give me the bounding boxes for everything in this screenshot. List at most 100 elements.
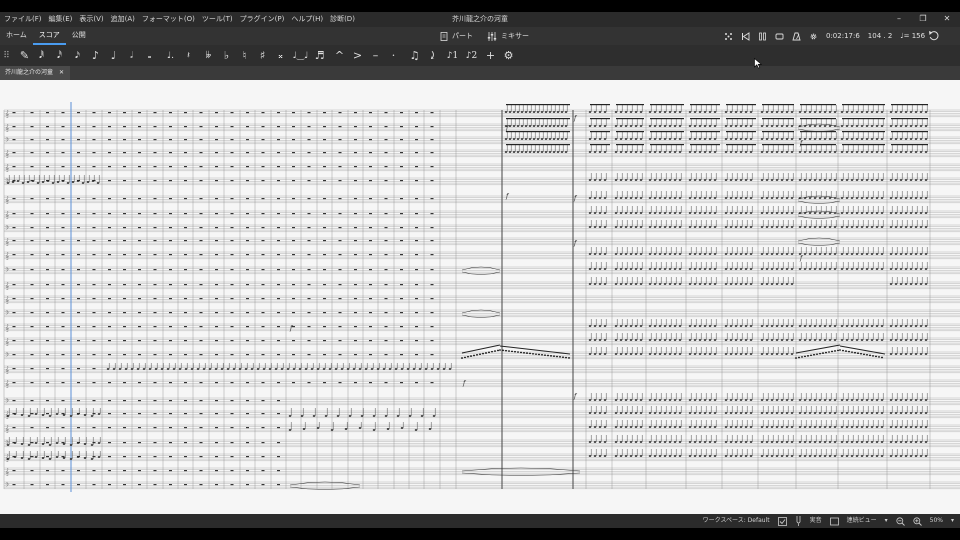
tenuto-icon[interactable]: – <box>367 46 384 65</box>
tab-home[interactable]: ホーム <box>0 27 33 45</box>
score-document-tab[interactable]: 芥川龍之介の河童 ✕ <box>0 66 71 80</box>
menu-item-1[interactable]: 編集(E) <box>49 15 73 24</box>
settings-icon[interactable]: ⚙ <box>500 46 517 65</box>
zoom-out-icon[interactable] <box>896 516 905 526</box>
zoom-level[interactable]: 50% <box>930 514 943 528</box>
voice-1-icon[interactable]: ♪1 <box>444 46 461 65</box>
notehead <box>845 441 849 443</box>
notehead <box>658 325 662 327</box>
rest <box>153 340 157 342</box>
zoom-chevron-icon[interactable]: ▾ <box>951 514 954 528</box>
rest <box>61 254 65 256</box>
rest <box>384 213 388 215</box>
minimize-button[interactable]: – <box>894 14 904 24</box>
slur-icon[interactable]: ♬ <box>311 46 328 65</box>
notehead <box>850 212 854 214</box>
notehead <box>20 414 24 416</box>
metronome-button[interactable] <box>790 30 803 42</box>
notehead <box>688 353 692 355</box>
tab-score[interactable]: スコア <box>32 27 66 45</box>
menu-item-3[interactable]: 追加(A) <box>111 15 135 24</box>
close-tab-icon[interactable]: ✕ <box>59 66 64 80</box>
playback-settings-button[interactable] <box>807 30 820 42</box>
tuplet-icon[interactable]: ♫ <box>406 46 423 65</box>
notehead <box>909 325 913 327</box>
notehead <box>619 197 623 199</box>
view-mode-dropdown[interactable]: 連続ビュー <box>847 514 877 528</box>
double-flat-icon[interactable]: 𝄫 <box>200 46 217 65</box>
maximize-button[interactable]: ❐ <box>918 14 928 24</box>
score-canvas[interactable]: 𝄞 𝄞 𝄢 𝄞 𝄞 𝄢 𝄞 𝄞 𝄢 𝄞 𝄞 𝄢 𝄞 𝄞 𝄢 𝄞 𝄞 𝄢 𝄞 𝄞 𝄢 𝄞 𝄞 𝄢 𝄞 𝄞 𝄢 f f f f f f f f f f <box>0 80 960 514</box>
rewind-button[interactable] <box>739 30 752 42</box>
notehead <box>678 412 682 414</box>
measure-beat-readout[interactable]: 104 . 2 <box>868 27 893 45</box>
rest <box>307 340 311 342</box>
tab-publish[interactable]: 公開 <box>66 27 92 45</box>
rest <box>261 484 265 486</box>
parts-button[interactable]: パート <box>440 27 473 45</box>
zoom-in-icon[interactable] <box>913 516 922 526</box>
undo-button[interactable] <box>928 30 939 43</box>
whole-note-icon[interactable]: 𝅝 <box>141 46 158 65</box>
32nd-note-icon[interactable]: 𝅘𝅥𝅰 <box>51 46 68 65</box>
16th-note-icon[interactable]: 𝅘𝅥𝅯 <box>69 46 86 65</box>
add-icon[interactable]: + <box>482 46 499 65</box>
rest <box>230 198 234 200</box>
notehead <box>840 212 844 214</box>
notehead <box>668 179 672 181</box>
notehead <box>924 268 928 270</box>
notehead <box>865 441 869 443</box>
mixer-button[interactable]: ミキサー <box>487 27 529 45</box>
menu-item-7[interactable]: ヘルプ(H) <box>291 15 323 24</box>
notehead <box>909 412 913 414</box>
rest <box>92 312 96 314</box>
notehead <box>603 138 607 140</box>
tie-icon[interactable]: ♩‿♩ <box>292 46 309 65</box>
pencil-icon[interactable]: ✎ <box>16 46 33 65</box>
rest <box>77 326 80 328</box>
concert-pitch-checkbox-icon[interactable] <box>777 516 787 526</box>
rest <box>230 340 234 342</box>
menu-item-6[interactable]: プラグイン(P) <box>240 15 285 24</box>
rest-icon[interactable]: 𝄽 <box>180 46 197 65</box>
voice-2-icon[interactable]: ♪2 <box>463 46 480 65</box>
half-note-icon[interactable]: 𝅗𝅥 <box>123 46 140 65</box>
quarter-note-icon[interactable]: ♩ <box>105 46 122 65</box>
midi-input-button[interactable] <box>722 30 735 42</box>
eighth-note-icon[interactable]: ♪ <box>87 46 104 65</box>
notehead <box>760 283 764 285</box>
accent-icon[interactable]: > <box>349 46 366 65</box>
natural-icon[interactable]: ♮ <box>236 46 253 65</box>
menu-item-4[interactable]: フォーマット(O) <box>142 15 195 24</box>
64th-note-icon[interactable]: 𝅘𝅥𝅱 <box>33 46 50 65</box>
menu-item-5[interactable]: ツール(T) <box>202 15 233 24</box>
notehead <box>564 111 568 113</box>
notehead <box>698 325 702 327</box>
rest <box>77 198 80 200</box>
menu-item-8[interactable]: 診断(D) <box>330 15 355 24</box>
notehead <box>808 455 812 457</box>
chevron-down-icon[interactable]: ▾ <box>885 514 888 528</box>
notehead <box>724 441 728 443</box>
staccato-icon[interactable]: · <box>385 46 402 65</box>
loop-button[interactable] <box>773 30 786 42</box>
notehead <box>775 138 779 140</box>
rest <box>307 198 311 200</box>
play-button[interactable] <box>756 30 769 42</box>
tempo-readout[interactable]: ♩= 156 <box>900 27 925 45</box>
notehead <box>504 138 508 140</box>
sharp-icon[interactable]: ♯ <box>254 46 271 65</box>
concert-pitch-label[interactable]: 実音 <box>810 514 822 528</box>
marcato-icon[interactable]: ^ <box>331 46 348 65</box>
flat-icon[interactable]: ♭ <box>218 46 235 65</box>
workspace-label[interactable]: ワークスペース: Default <box>703 514 770 528</box>
notehead <box>639 197 643 199</box>
menu-bar: ファイル(F) 編集(E) 表示(V) 追加(A) フォーマット(O) ツール(T) プラグ… <box>4 15 355 24</box>
flip-direction-icon[interactable]: ⤸ <box>424 46 441 65</box>
dotted-note-icon[interactable]: ♩. <box>162 46 179 65</box>
rest <box>292 382 295 384</box>
close-window-button[interactable]: ✕ <box>942 14 952 24</box>
menu-item-0[interactable]: ファイル(F) <box>4 15 42 24</box>
menu-item-2[interactable]: 表示(V) <box>79 15 103 24</box>
double-sharp-icon[interactable]: 𝄪 <box>272 46 289 65</box>
